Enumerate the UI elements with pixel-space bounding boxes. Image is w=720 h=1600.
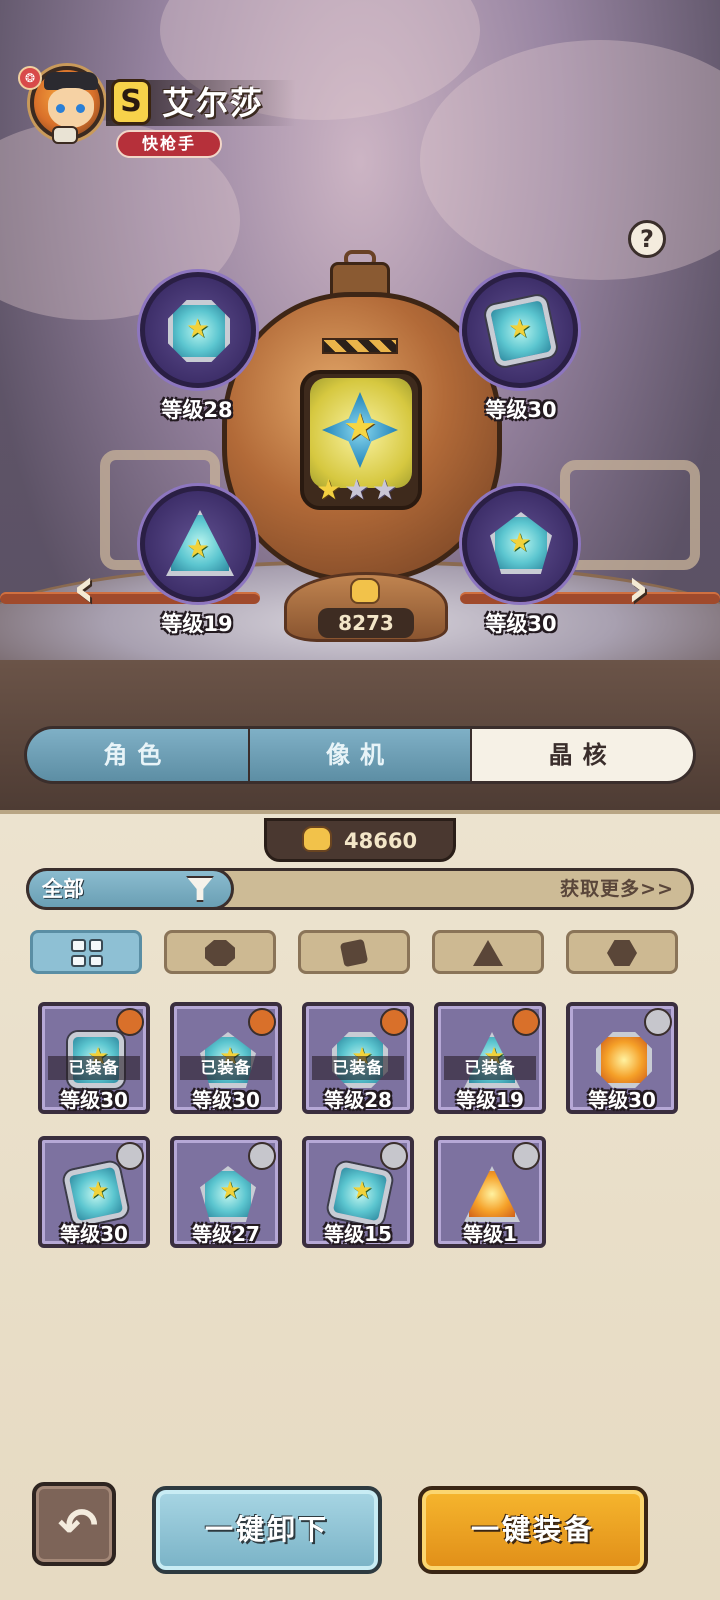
slot-star-icon: ★ <box>186 534 210 564</box>
character-name: 艾尔莎 <box>162 84 265 122</box>
owner-avatar-icon <box>644 1008 672 1036</box>
item-level: 等级19 <box>456 1088 524 1112</box>
core-star-icon: ★ <box>342 405 378 449</box>
fist-currency-icon <box>302 826 332 852</box>
gem-star-icon: ★ <box>219 1176 241 1204</box>
inventory-item[interactable]: ★ 已装备 等级30 <box>170 1002 282 1114</box>
slot-level: 等级30 <box>485 612 557 636</box>
help-button[interactable]: ? <box>628 220 666 258</box>
power-value: 8273 <box>338 611 394 635</box>
inventory-item[interactable]: ★ 已装备 等级19 <box>434 1002 546 1114</box>
inventory-item[interactable]: ★ 已装备 等级30 <box>38 1002 150 1114</box>
rank-badge: S <box>114 82 148 122</box>
triangle-gem-icon <box>464 1166 520 1222</box>
slot-star-icon: ★ <box>508 314 532 344</box>
owner-avatar-icon <box>512 1008 540 1036</box>
core-star-empty-icon: ★ <box>372 473 398 506</box>
item-level: 等级30 <box>192 1088 260 1112</box>
item-level: 等级15 <box>324 1222 392 1246</box>
character-class: 快枪手 <box>116 130 222 158</box>
square-icon <box>339 938 369 968</box>
core-star-empty-icon: ★ <box>344 473 370 506</box>
item-level: 等级27 <box>192 1222 260 1246</box>
next-arrow[interactable]: › <box>620 561 656 615</box>
unequip-all-button[interactable]: 一键卸下 <box>152 1486 382 1574</box>
equip-all-button[interactable]: 一键装备 <box>418 1486 648 1574</box>
filter-label: 全部 <box>42 877 84 901</box>
equipped-label: 已装备 <box>444 1056 536 1080</box>
slot-level: 等级30 <box>485 398 557 422</box>
core-star-filled-icon: ★ <box>316 473 342 506</box>
owner-avatar-icon <box>116 1008 144 1036</box>
get-more-link[interactable]: 获取更多>> <box>560 873 674 905</box>
gem-star-icon: ★ <box>351 1176 373 1204</box>
shape-filter-triangle[interactable] <box>432 930 544 974</box>
item-level: 等级28 <box>324 1088 392 1112</box>
owner-avatar-icon <box>380 1008 408 1036</box>
tab-camera[interactable]: 像机 <box>249 729 473 781</box>
inventory-item[interactable]: 等级1 <box>434 1136 546 1248</box>
power-fist-icon <box>350 578 380 604</box>
inventory-item[interactable]: ★ 等级15 <box>302 1136 414 1248</box>
item-level: 等级30 <box>60 1088 128 1112</box>
shape-filter-octagon[interactable] <box>164 930 276 974</box>
shape-filter-all[interactable] <box>30 930 142 974</box>
pentagon-icon <box>607 940 637 966</box>
tab-character[interactable]: 角色 <box>27 729 250 781</box>
equipped-label: 已装备 <box>180 1056 272 1080</box>
owner-avatar-icon <box>248 1142 276 1170</box>
octagon-icon <box>205 940 235 966</box>
tab-bar: 角色 像机 晶核 <box>24 726 696 784</box>
owner-avatar-icon <box>248 1008 276 1036</box>
item-level: 等级1 <box>463 1222 517 1246</box>
item-level: 等级30 <box>60 1222 128 1246</box>
back-arrow-icon: ↶ <box>57 1498 99 1554</box>
inventory-item[interactable]: 等级30 <box>566 1002 678 1114</box>
octagon-gem-icon <box>596 1032 652 1088</box>
shape-filter-square[interactable] <box>298 930 410 974</box>
item-level: 等级30 <box>588 1088 656 1112</box>
avatar-tag-icon <box>52 126 78 144</box>
shape-filter-pentagon[interactable] <box>566 930 678 974</box>
grid-icon <box>71 939 103 967</box>
owner-avatar-icon <box>116 1142 144 1170</box>
inventory-item[interactable]: ★ 已装备 等级28 <box>302 1002 414 1114</box>
equipped-label: 已装备 <box>48 1056 140 1080</box>
inventory-item[interactable]: ★ 等级30 <box>38 1136 150 1248</box>
tab-crystal-core[interactable]: 晶核 <box>472 729 694 781</box>
hazard-stripe <box>322 338 398 354</box>
back-button[interactable]: ↶ <box>32 1482 116 1566</box>
inventory-item[interactable]: ★ 等级27 <box>170 1136 282 1248</box>
slot-star-icon: ★ <box>186 314 210 344</box>
slot-star-icon: ★ <box>508 528 532 558</box>
currency-value: 48660 <box>344 829 418 853</box>
triangle-icon <box>473 940 503 966</box>
slot-level: 等级28 <box>161 398 233 422</box>
gem-star-icon: ★ <box>87 1176 109 1204</box>
prev-arrow[interactable]: ‹ <box>66 561 102 615</box>
element-badge-icon: ❂ <box>18 66 42 90</box>
equipped-label: 已装备 <box>312 1056 404 1080</box>
owner-avatar-icon <box>512 1142 540 1170</box>
slot-level: 等级19 <box>161 612 233 636</box>
owner-avatar-icon <box>380 1142 408 1170</box>
